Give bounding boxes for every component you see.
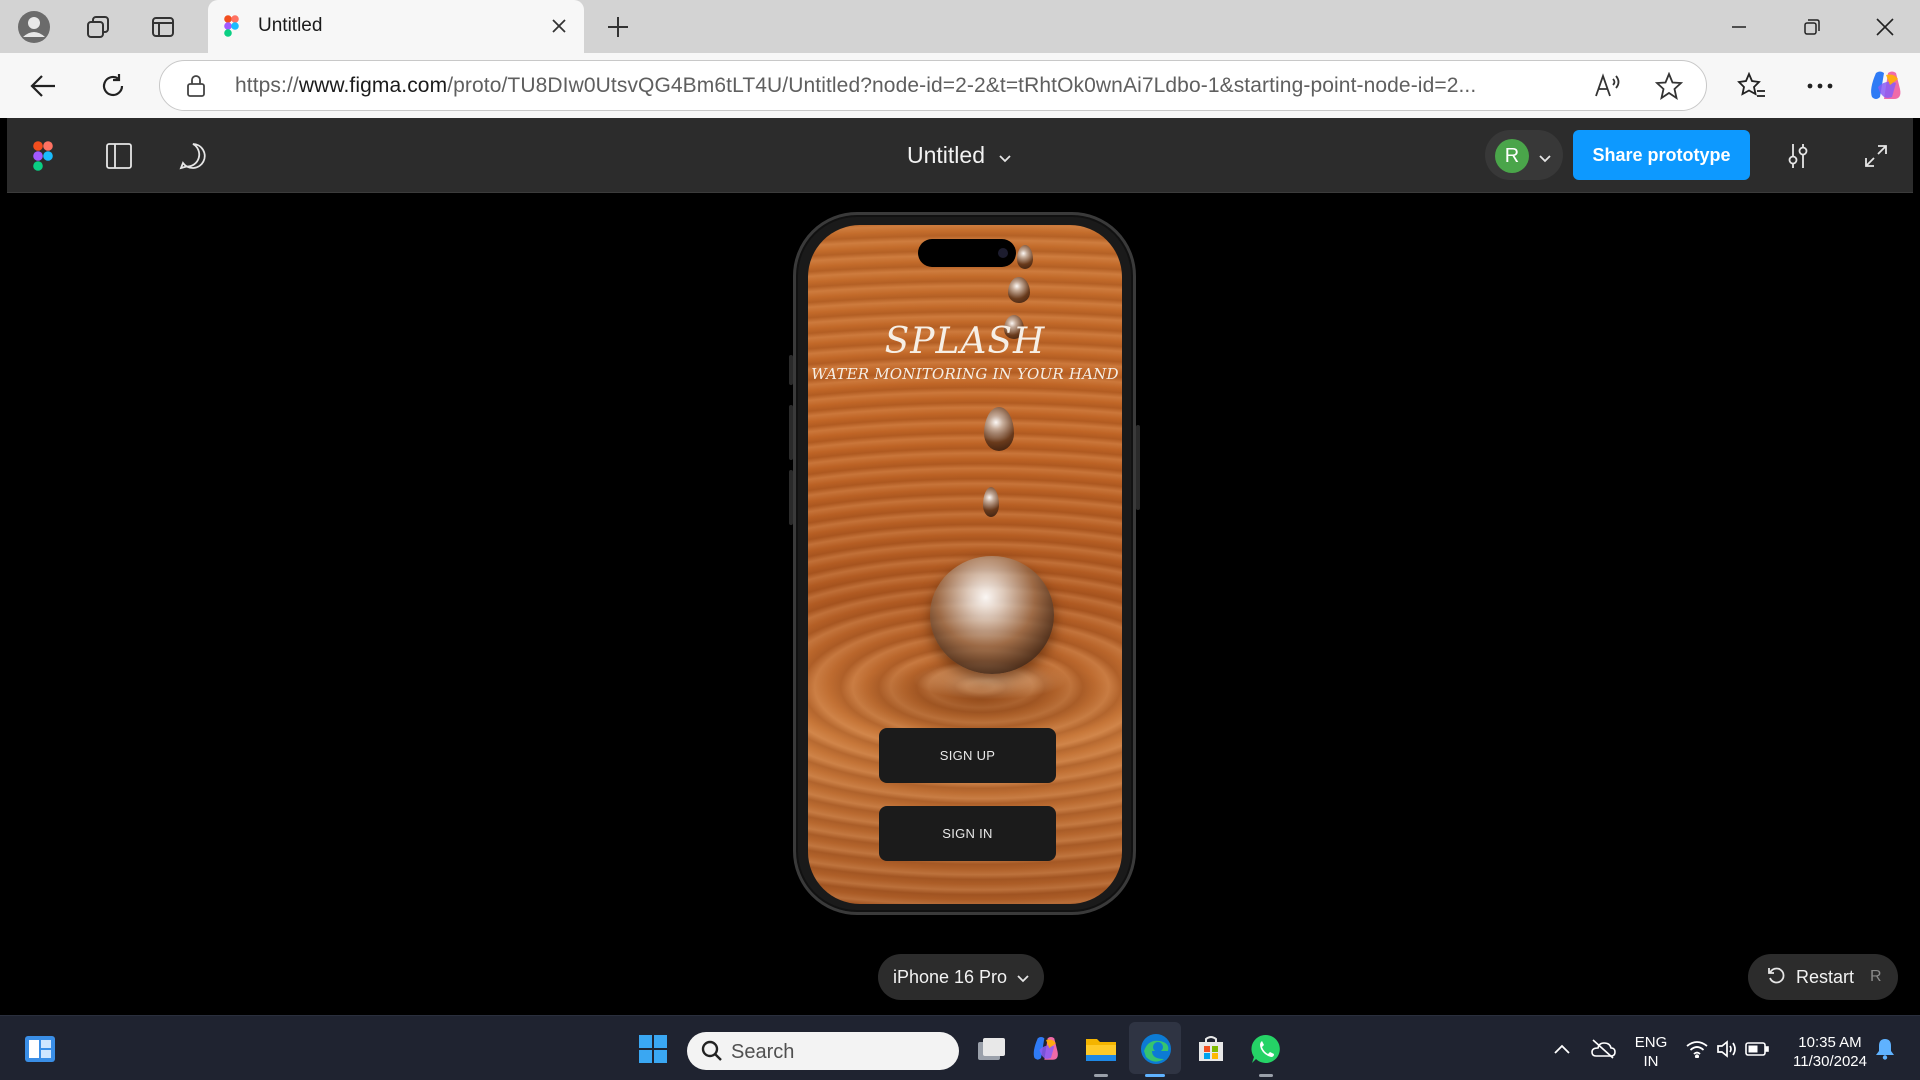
- tab-title: Untitled: [258, 15, 323, 36]
- avatar: R: [1495, 139, 1529, 173]
- clock[interactable]: 10:35 AM 11/30/2024: [1780, 1033, 1880, 1071]
- phone-power-button: [1136, 425, 1140, 510]
- fullscreen-icon[interactable]: [1856, 136, 1896, 176]
- store-icon[interactable]: [1192, 1030, 1230, 1068]
- read-aloud-icon[interactable]: [1593, 73, 1621, 104]
- chevron-down-icon: [1017, 967, 1029, 988]
- water-drop: [984, 407, 1014, 451]
- sign-up-button[interactable]: SIGN UP: [879, 728, 1056, 783]
- restart-label: Restart: [1796, 966, 1855, 987]
- minimize-icon[interactable]: [1716, 8, 1762, 46]
- workspaces-icon[interactable]: [80, 9, 116, 45]
- comment-icon[interactable]: [173, 136, 213, 176]
- favorites-icon[interactable]: [1731, 65, 1773, 107]
- water-drop: [1008, 277, 1030, 303]
- whatsapp-icon[interactable]: [1247, 1030, 1285, 1068]
- active-tab[interactable]: Untitled: [208, 0, 584, 53]
- restart-button[interactable]: Restart R: [1748, 954, 1898, 1000]
- refresh-icon[interactable]: [92, 65, 134, 107]
- chevron-down-icon: [1539, 150, 1551, 168]
- start-icon[interactable]: [634, 1030, 672, 1068]
- task-view-icon[interactable]: [972, 1030, 1010, 1068]
- copilot-taskbar-icon[interactable]: [1027, 1030, 1065, 1068]
- language-indicator[interactable]: ENG IN: [1630, 1033, 1672, 1071]
- file-explorer-icon[interactable]: [1082, 1030, 1120, 1068]
- active-indicator: [1145, 1074, 1165, 1077]
- phone-volume-up: [789, 405, 793, 460]
- language-code: ENG: [1634, 1034, 1668, 1051]
- notification-bell-icon[interactable]: [1866, 1030, 1904, 1068]
- figma-viewer: Untitled R Share prototype SPLASH WATER …: [7, 118, 1913, 1015]
- taskbar-search[interactable]: Search: [687, 1032, 959, 1070]
- camera-icon: [998, 248, 1008, 258]
- phone-volume-down: [789, 470, 793, 525]
- restore-icon[interactable]: [1789, 8, 1835, 46]
- url-field[interactable]: https://www.figma.com/proto/TU8DIw0UtsvQ…: [159, 60, 1707, 111]
- multiplayer-menu[interactable]: R: [1485, 130, 1563, 180]
- clock-time: 10:35 AM: [1798, 1034, 1862, 1051]
- edge-icon[interactable]: [1137, 1030, 1175, 1068]
- file-title-menu[interactable]: Untitled: [907, 142, 1011, 169]
- settings-sliders-icon[interactable]: [1778, 136, 1818, 176]
- close-icon[interactable]: [546, 13, 572, 39]
- chevron-down-icon: [999, 142, 1011, 169]
- running-indicator: [1259, 1074, 1273, 1077]
- widgets-icon[interactable]: [21, 1030, 59, 1068]
- figma-logo-icon: [224, 15, 239, 42]
- water-sphere-image: [930, 556, 1054, 674]
- phone-action-button: [789, 355, 793, 385]
- dynamic-island: [918, 239, 1016, 267]
- phone-screen[interactable]: SPLASH WATER MONITORING IN YOUR HAND SIG…: [808, 225, 1122, 904]
- profile-icon[interactable]: [16, 9, 52, 45]
- address-bar-row: https://www.figma.com/proto/TU8DIw0UtsvQ…: [0, 53, 1920, 118]
- show-hidden-icons-icon[interactable]: [1543, 1030, 1581, 1068]
- more-icon[interactable]: [1799, 65, 1841, 107]
- running-indicator: [1094, 1074, 1108, 1077]
- sign-in-button[interactable]: SIGN IN: [879, 806, 1056, 861]
- lock-icon[interactable]: [186, 74, 206, 103]
- battery-icon[interactable]: [1738, 1030, 1776, 1068]
- water-drop: [1017, 245, 1033, 269]
- clock-date: 11/30/2024: [1793, 1053, 1867, 1070]
- sidebar-toggle-icon[interactable]: [99, 136, 139, 176]
- water-drop: [983, 487, 999, 517]
- url-text: https://www.figma.com/proto/TU8DIw0UtsvQ…: [235, 74, 1477, 97]
- file-title: Untitled: [907, 142, 985, 168]
- favorite-star-icon[interactable]: [1654, 71, 1684, 105]
- tab-actions-icon[interactable]: [145, 9, 181, 45]
- search-icon: [701, 1040, 723, 1067]
- close-window-icon[interactable]: [1862, 8, 1908, 46]
- figma-menu-icon[interactable]: [23, 136, 63, 176]
- search-label: Search: [731, 1041, 795, 1063]
- device-label: iPhone 16 Pro: [892, 966, 1008, 987]
- new-tab-icon[interactable]: [600, 9, 636, 45]
- taskbar: Search ENG IN 10:35 AM 11/30/2024: [0, 1015, 1920, 1080]
- back-icon[interactable]: [22, 65, 64, 107]
- restart-icon: [1766, 965, 1786, 990]
- device-selector[interactable]: iPhone 16 Pro: [878, 954, 1044, 1000]
- copilot-icon[interactable]: [1865, 65, 1907, 107]
- figma-toolbar: Untitled R Share prototype: [7, 118, 1913, 193]
- tab-strip: Untitled: [0, 0, 1920, 53]
- onedrive-offline-icon[interactable]: [1584, 1030, 1622, 1068]
- app-title: SPLASH: [884, 321, 1046, 362]
- share-prototype-button[interactable]: Share prototype: [1573, 130, 1750, 180]
- restart-shortcut: R: [1870, 968, 1882, 985]
- app-subtitle: WATER MONITORING IN YOUR HAND: [811, 365, 1119, 383]
- region-code: IN: [1643, 1053, 1659, 1070]
- phone-frame: SPLASH WATER MONITORING IN YOUR HAND SIG…: [789, 212, 1140, 915]
